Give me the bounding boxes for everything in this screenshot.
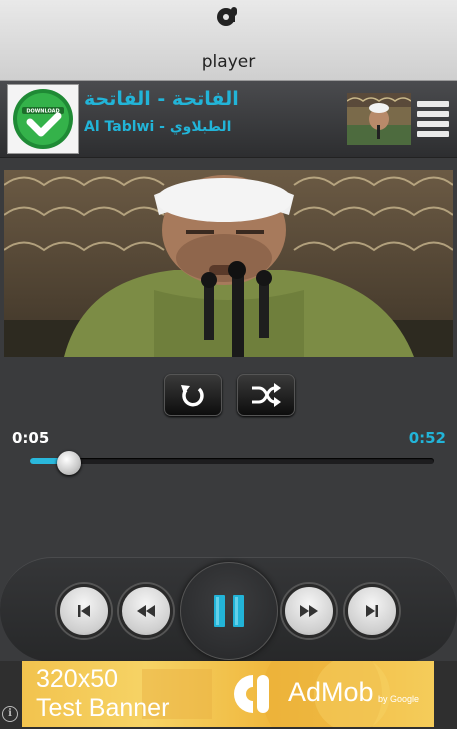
page-title: player bbox=[201, 52, 256, 72]
quran-recorder-icon bbox=[217, 7, 237, 26]
track-title: الفاتحة - الفاتحة bbox=[84, 88, 239, 110]
fast-forward-button[interactable] bbox=[282, 584, 336, 638]
ad-label: Test Banner bbox=[36, 694, 170, 722]
pause-icon bbox=[214, 595, 244, 627]
skip-next-button[interactable] bbox=[345, 584, 399, 638]
skip-next-icon bbox=[366, 605, 378, 617]
fast-forward-icon bbox=[300, 605, 318, 617]
download-icon: DOWNLOAD bbox=[13, 89, 73, 149]
ad-size-text: 320x50 bbox=[36, 665, 119, 693]
rewind-button[interactable] bbox=[119, 584, 173, 638]
reciter-video bbox=[4, 170, 453, 357]
hamburger-menu-icon bbox=[417, 101, 449, 137]
admob-logo-icon bbox=[233, 675, 269, 713]
now-playing-bar: DOWNLOAD الفاتحة - الفاتحة Al Tablwi - ا… bbox=[0, 81, 457, 158]
download-label: DOWNLOAD bbox=[26, 109, 59, 115]
rewind-icon bbox=[137, 605, 155, 617]
reciter-thumbnail[interactable] bbox=[347, 93, 411, 145]
total-time: 0:52 bbox=[408, 429, 446, 447]
repeat-button[interactable] bbox=[164, 374, 222, 416]
app-top-bar: player bbox=[0, 0, 457, 81]
ad-banner[interactable]: 320x50 Test Banner AdMob by Google bbox=[0, 661, 457, 729]
skip-previous-icon bbox=[78, 605, 90, 617]
shuffle-icon bbox=[252, 383, 281, 407]
pause-button[interactable] bbox=[180, 562, 278, 660]
reciter-name: Al Tablwi - الطبلاوي bbox=[84, 119, 232, 135]
ad-creative[interactable]: 320x50 Test Banner AdMob by Google bbox=[22, 661, 434, 727]
current-time: 0:05 bbox=[12, 429, 50, 447]
ad-by-google: by Google bbox=[378, 694, 420, 704]
seek-bar-thumb[interactable] bbox=[56, 451, 81, 475]
repeat-icon bbox=[181, 385, 204, 407]
shuffle-button[interactable] bbox=[237, 374, 295, 416]
skip-previous-button[interactable] bbox=[57, 584, 111, 638]
download-button[interactable]: DOWNLOAD bbox=[7, 84, 79, 154]
seek-bar[interactable] bbox=[30, 458, 434, 464]
menu-button[interactable] bbox=[417, 101, 449, 137]
ad-info-icon[interactable]: i bbox=[2, 706, 18, 722]
ad-brand: AdMob bbox=[288, 677, 374, 707]
